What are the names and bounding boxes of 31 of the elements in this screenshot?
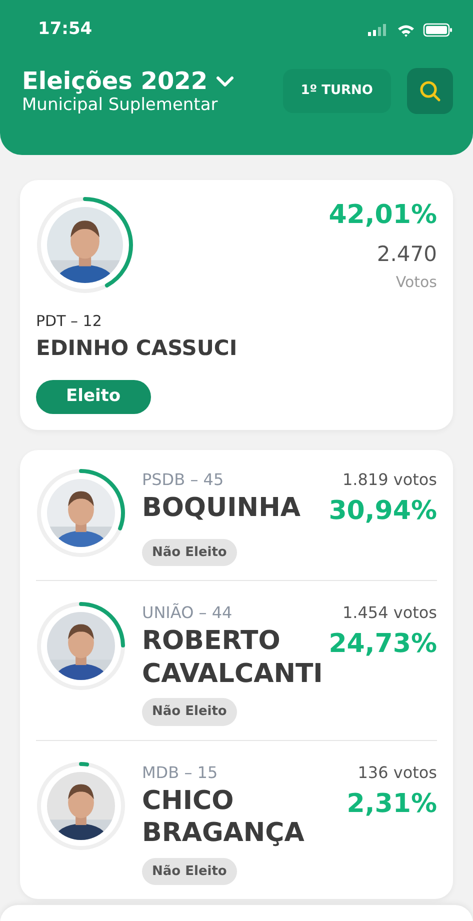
candidate-name: BOQUINHA <box>142 492 300 524</box>
election-selector[interactable]: Eleições 2022 <box>22 68 234 96</box>
status-badge: Não Eleito <box>142 538 237 566</box>
chevron-down-icon <box>216 76 234 88</box>
vote-count: 136 votos <box>356 762 437 784</box>
votes-label: Votos <box>394 272 437 292</box>
search-icon <box>419 80 441 102</box>
party-label: PSDB – 45 <box>142 468 225 490</box>
candidate-name: CHICO BRAGANÇA <box>142 784 306 850</box>
status-time: 17:54 <box>38 18 92 42</box>
status-badge: Não Eleito <box>142 858 237 885</box>
candidate-name: EDINHO CASSUCI <box>36 334 238 362</box>
vote-percentage: 42,01% <box>328 199 437 232</box>
party-label: PDT – 12 <box>36 311 103 332</box>
party-label: MDB – 15 <box>142 762 219 784</box>
vote-count: 1.819 votos <box>341 468 437 490</box>
wifi-icon <box>397 24 415 36</box>
candidate-name: ROBERTO CAVALCANTI <box>142 625 322 690</box>
vote-percentage: 2,31% <box>346 788 437 820</box>
status-badge: Eleito <box>36 380 151 414</box>
round-button[interactable]: 1º TURNO <box>282 69 391 113</box>
signal-icon <box>367 24 389 36</box>
vote-count: 1.454 votos <box>341 602 437 624</box>
party-label: UNIÃO – 44 <box>142 602 234 624</box>
vote-percentage: 30,94% <box>328 494 437 528</box>
battery-icon <box>423 23 453 37</box>
election-subtitle: Municipal Suplementar <box>22 96 219 114</box>
vote-count: 2.470 <box>376 241 437 268</box>
search-button[interactable] <box>407 68 453 114</box>
vote-percentage: 24,73% <box>328 628 437 661</box>
status-badge: Não Eleito <box>142 698 237 726</box>
